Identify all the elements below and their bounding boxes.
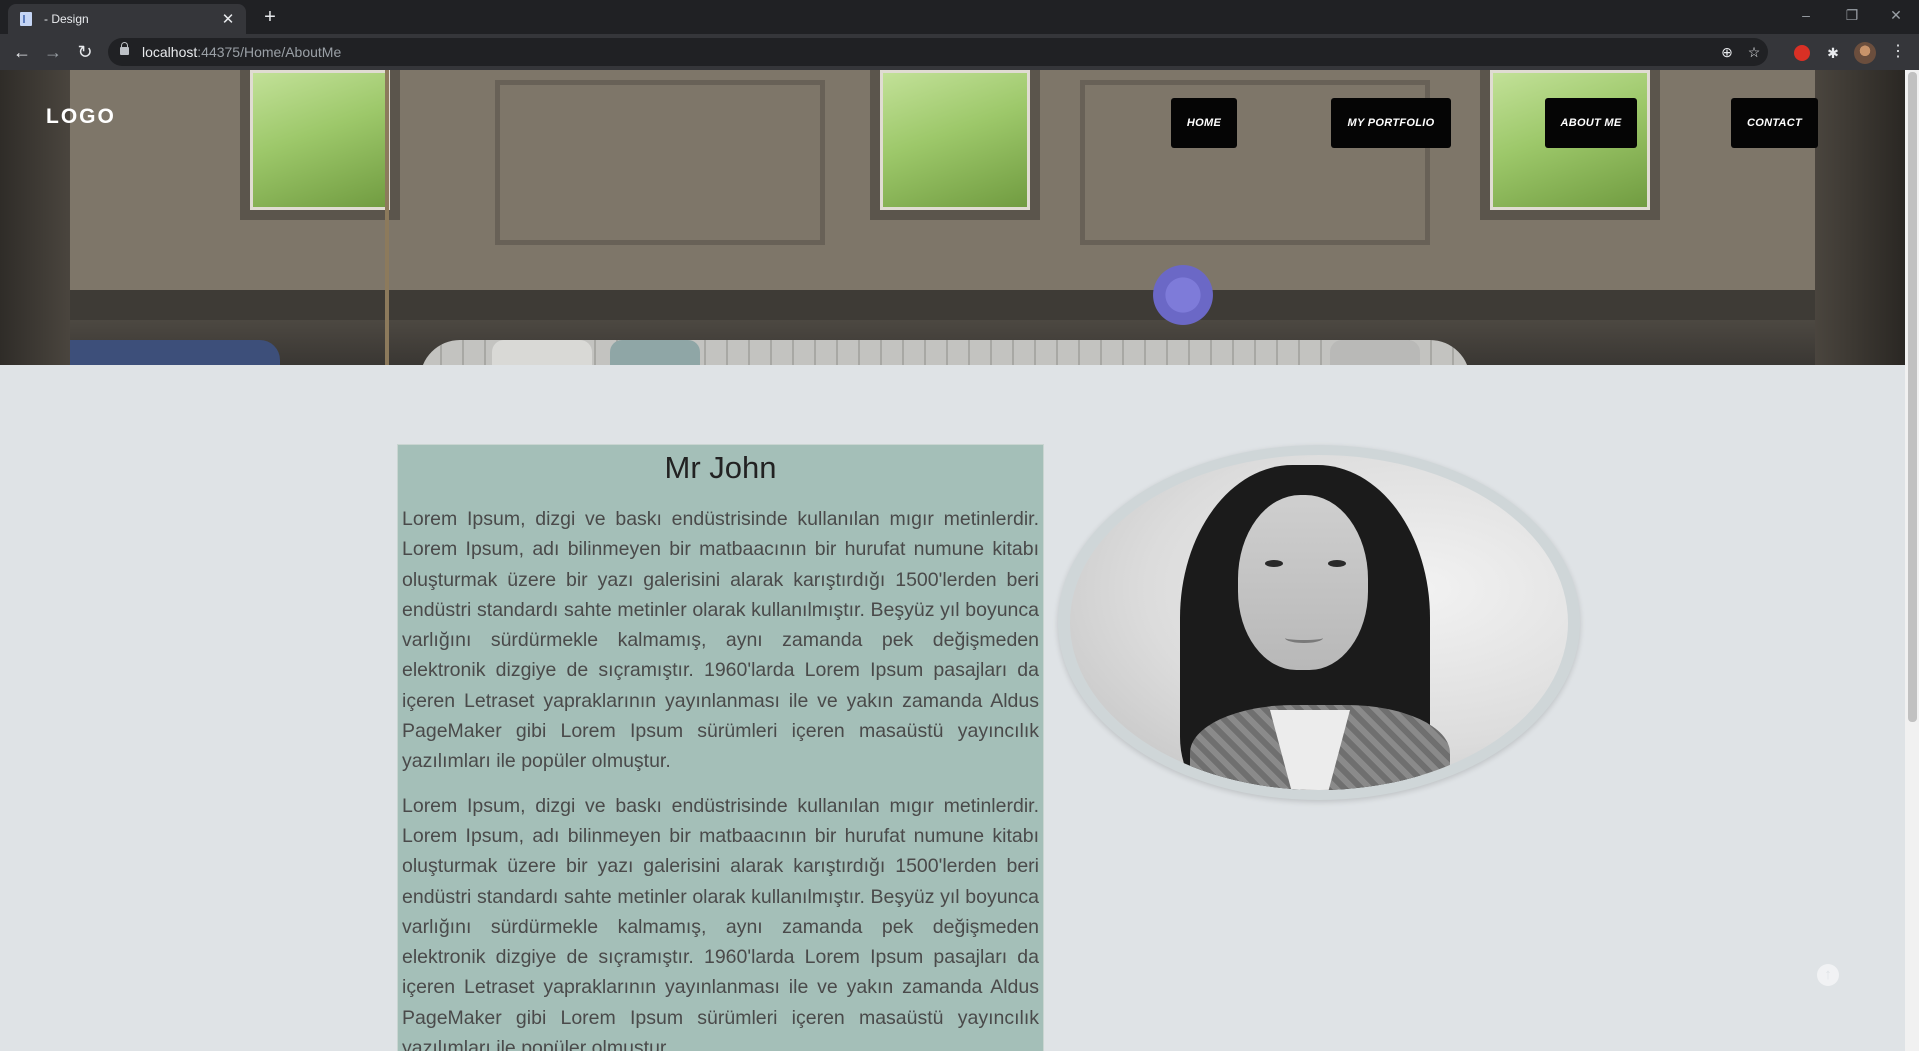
url-text[interactable]: localhost:44375/Home/AboutMe — [142, 44, 341, 60]
hero-flowers — [1148, 260, 1218, 330]
extension-red-icon[interactable] — [1794, 45, 1810, 61]
photo-eye — [1328, 560, 1346, 567]
kebab-menu-icon[interactable]: ⋮ — [1888, 42, 1908, 62]
hero-wall-panel — [495, 80, 825, 245]
hero-right-shadow — [1815, 70, 1905, 365]
profile-photo-frame — [1058, 445, 1580, 800]
hero-banner: LOGO HOME MY PORTFOLIO ABOUT ME CONTACT — [0, 70, 1905, 365]
lock-icon — [120, 42, 129, 55]
photo-eye — [1265, 560, 1283, 567]
reload-icon[interactable]: ↻ — [73, 40, 97, 64]
hero-lamp — [385, 70, 389, 365]
tab-close-icon[interactable]: ✕ — [220, 10, 236, 28]
tab-title: - Design — [44, 12, 89, 26]
new-tab-button[interactable]: + — [259, 6, 281, 28]
hero-cushion — [610, 340, 700, 365]
nav-about-me[interactable]: ABOUT ME — [1545, 98, 1637, 148]
hero-cushion — [492, 340, 592, 365]
address-bar[interactable]: localhost:44375/Home/AboutMe ⊕ ☆ — [108, 38, 1768, 66]
page-favicon-icon — [18, 11, 34, 27]
nav-home[interactable]: HOME — [1171, 98, 1237, 148]
photo-face — [1238, 495, 1368, 670]
hero-cushion — [1330, 340, 1420, 365]
scrollbar-thumb[interactable] — [1908, 72, 1917, 722]
close-window-button[interactable]: ✕ — [1873, 4, 1919, 26]
about-paragraph: Lorem Ipsum, dizgi ve baskı endüstrisind… — [402, 508, 1039, 773]
hero-window-left — [240, 70, 400, 220]
nav-contact[interactable]: CONTACT — [1731, 98, 1818, 148]
photo-mouth — [1285, 633, 1323, 643]
nav-my-portfolio[interactable]: MY PORTFOLIO — [1331, 98, 1451, 148]
about-text-card: Mr John Lorem Ipsum, dizgi ve baskı endü… — [397, 444, 1044, 1051]
page-viewport: LOGO HOME MY PORTFOLIO ABOUT ME CONTACT … — [0, 70, 1905, 1051]
extensions-puzzle-icon[interactable]: ✱ — [1823, 43, 1843, 63]
profile-avatar[interactable] — [1854, 42, 1876, 64]
restore-button[interactable]: ❐ — [1829, 4, 1875, 26]
about-name-heading: Mr John — [664, 450, 777, 485]
scroll-to-top-icon[interactable]: ↑ — [1817, 964, 1839, 986]
browser-tab-strip: - Design ✕ + – ❐ ✕ — [0, 0, 1919, 34]
back-icon[interactable]: ← — [10, 40, 34, 64]
site-logo[interactable]: LOGO — [46, 105, 116, 129]
profile-photo — [1070, 455, 1568, 790]
minimize-button[interactable]: – — [1783, 4, 1829, 26]
bookmark-star-icon[interactable]: ☆ — [1744, 43, 1764, 61]
browser-tab[interactable]: - Design ✕ — [8, 4, 246, 34]
hero-ledge — [0, 290, 1905, 320]
forward-icon[interactable]: → — [41, 40, 65, 64]
zoom-icon[interactable]: ⊕ — [1717, 43, 1737, 61]
page-scrollbar[interactable] — [1905, 70, 1919, 1051]
browser-toolbar: ← → ↻ localhost:44375/Home/AboutMe ⊕ ☆ ✱… — [0, 34, 1919, 70]
about-paragraph: Lorem Ipsum, dizgi ve baskı endüstrisind… — [402, 794, 1039, 1051]
hero-window-center — [870, 70, 1040, 220]
